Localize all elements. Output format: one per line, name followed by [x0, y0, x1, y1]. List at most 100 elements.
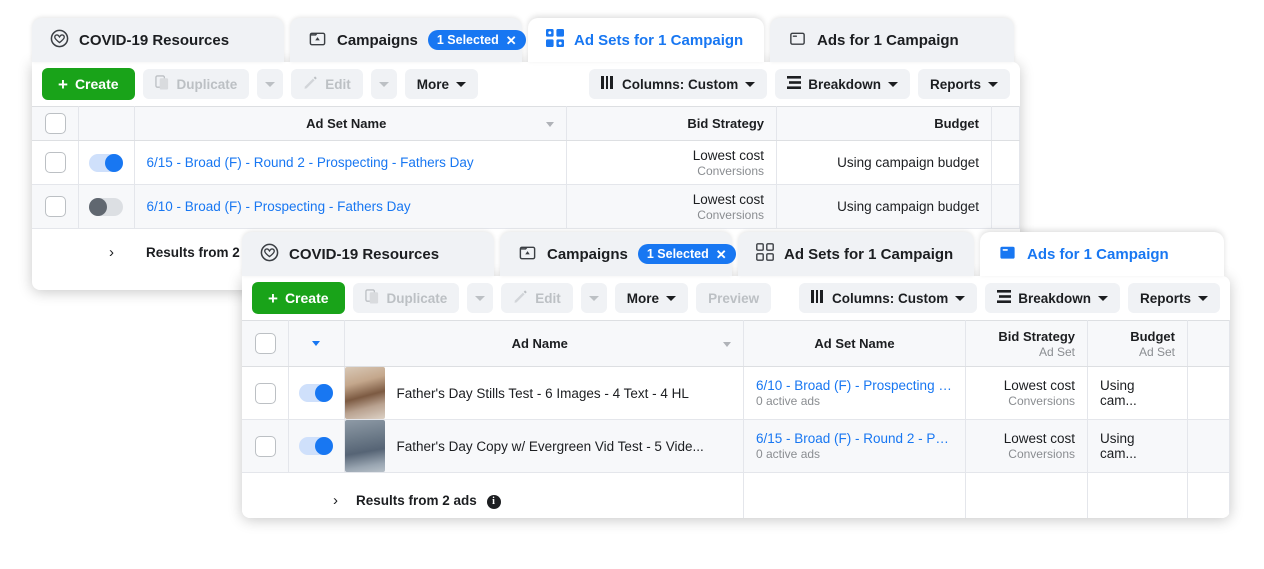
header-label: Budget	[1130, 328, 1175, 344]
chevron-right-icon[interactable]: ›	[109, 244, 114, 261]
select-all-header[interactable]	[32, 106, 79, 141]
status-toggle[interactable]	[89, 197, 123, 216]
status-toggle[interactable]	[299, 437, 333, 455]
bid-strategy-sub: Conversions	[697, 163, 764, 178]
edit-button[interactable]: Edit	[501, 283, 573, 313]
columns-button[interactable]: Columns: Custom	[798, 283, 978, 313]
screenshot-stage: COVID-19 Resources Campaigns 1 Selected …	[0, 0, 1264, 569]
budget-value: Using campaign budget	[837, 199, 979, 214]
budget-header[interactable]: Budget	[776, 106, 992, 141]
ad-set-name-header[interactable]: Ad Set Name	[134, 106, 567, 141]
create-button[interactable]: + Create	[252, 282, 345, 314]
tab-covid-19-resources[interactable]: COVID-19 Resources	[242, 232, 494, 276]
select-all-checkbox[interactable]	[255, 333, 276, 354]
ad-name-cell[interactable]: Father's Day Stills Test - 6 Images - 4 …	[344, 366, 744, 420]
footer-spacer-cell	[1187, 472, 1230, 518]
table-row[interactable]: 6/10 - Broad (F) - Prospecting - Fathers…	[32, 184, 1020, 229]
row-checkbox[interactable]	[255, 435, 276, 457]
columns-icon	[600, 76, 615, 92]
columns-button[interactable]: Columns: Custom	[588, 69, 768, 99]
row-select-cell[interactable]	[242, 366, 289, 420]
ad-set-name-cell[interactable]: 6/10 - Broad (F) - Prospecting - Father.…	[743, 366, 966, 420]
back-window-tabstrip: COVID-19 Resources Campaigns 1 Selected …	[32, 14, 1020, 62]
ad-set-name-link[interactable]: 6/10 - Broad (F) - Prospecting - Fathers…	[147, 199, 411, 214]
chevron-down-icon[interactable]	[546, 122, 554, 127]
row-checkbox[interactable]	[45, 152, 66, 173]
duplicate-dropdown-button[interactable]	[257, 69, 284, 99]
edit-dropdown-button[interactable]	[580, 283, 607, 313]
create-button[interactable]: + Create	[42, 68, 135, 100]
edit-button[interactable]: Edit	[291, 69, 363, 99]
campaign-folder-icon	[518, 243, 537, 266]
status-toggle[interactable]	[89, 153, 123, 172]
select-all-header[interactable]	[242, 320, 289, 367]
duplicate-button[interactable]: Duplicate	[142, 69, 250, 99]
row-toggle-cell[interactable]	[78, 184, 135, 229]
tab-ad-sets-for-1-campaign[interactable]: Ad Sets for 1 Campaign	[738, 232, 974, 276]
duplicate-button[interactable]: Duplicate	[352, 283, 460, 313]
more-button[interactable]: More	[404, 69, 479, 99]
chevron-down-icon	[265, 81, 276, 87]
row-toggle-cell[interactable]	[288, 419, 345, 473]
select-all-checkbox[interactable]	[45, 113, 66, 134]
campaigns-selected-badge[interactable]: 1 Selected ✕	[637, 244, 736, 264]
bid-strategy-header[interactable]: Bid Strategy Ad Set	[965, 320, 1088, 367]
table-row[interactable]: Father's Day Copy w/ Evergreen Vid Test …	[242, 419, 1230, 473]
edit-label: Edit	[325, 76, 351, 92]
table-row[interactable]: Father's Day Stills Test - 6 Images - 4 …	[242, 366, 1230, 420]
chevron-right-icon[interactable]: ›	[333, 492, 338, 509]
ad-set-name-cell[interactable]: 6/10 - Broad (F) - Prospecting - Fathers…	[134, 184, 567, 229]
breakdown-button[interactable]: Breakdown	[985, 283, 1120, 313]
table-row[interactable]: 6/15 - Broad (F) - Round 2 - Prospecting…	[32, 140, 1020, 185]
ad-set-name-cell[interactable]: 6/15 - Broad (F) - Round 2 - Prospectin.…	[743, 419, 966, 473]
toggle-header[interactable]	[288, 320, 345, 367]
budget-header[interactable]: Budget Ad Set	[1087, 320, 1188, 367]
breakdown-button[interactable]: Breakdown	[775, 69, 910, 99]
ad-set-name-header[interactable]: Ad Set Name	[743, 320, 966, 367]
row-checkbox[interactable]	[45, 196, 66, 217]
row-select-cell[interactable]	[32, 140, 79, 185]
covid-heart-icon	[260, 243, 279, 266]
preview-button[interactable]: Preview	[696, 283, 772, 313]
chevron-down-icon[interactable]	[312, 341, 320, 346]
reports-button[interactable]: Reports	[1127, 283, 1220, 313]
row-toggle-cell[interactable]	[78, 140, 135, 185]
tab-campaigns[interactable]: Campaigns 1 Selected ✕	[290, 18, 526, 62]
duplicate-dropdown-button[interactable]	[467, 283, 494, 313]
info-icon[interactable]: i	[486, 494, 501, 509]
tab-ad-sets-for-1-campaign[interactable]: Ad Sets for 1 Campaign	[528, 18, 764, 62]
row-toggle-cell[interactable]	[288, 366, 345, 420]
duplicate-label: Duplicate	[176, 76, 238, 92]
ad-name-cell[interactable]: Father's Day Copy w/ Evergreen Vid Test …	[344, 419, 744, 473]
close-icon[interactable]: ✕	[716, 248, 727, 261]
ad-name-header[interactable]: Ad Name	[344, 320, 744, 367]
tab-campaigns[interactable]: Campaigns 1 Selected ✕	[500, 232, 736, 276]
tab-covid-19-resources[interactable]: COVID-19 Resources	[32, 18, 284, 62]
campaigns-selected-badge[interactable]: 1 Selected ✕	[427, 30, 526, 50]
footer-expand-cell[interactable]: ›	[78, 228, 134, 277]
bid-strategy-cell: Lowest cost Conversions	[965, 419, 1088, 473]
bid-strategy-sub: Conversions	[1008, 394, 1075, 408]
footer-expand-cell[interactable]: ›	[288, 472, 344, 518]
row-select-cell[interactable]	[32, 184, 79, 229]
more-button[interactable]: More	[614, 283, 689, 313]
row-checkbox[interactable]	[255, 382, 276, 404]
close-icon[interactable]: ✕	[506, 34, 517, 47]
ad-set-name-link[interactable]: 6/15 - Broad (F) - Round 2 - Prospecting…	[147, 155, 474, 170]
tab-ads-for-1-campaign[interactable]: Ads for 1 Campaign	[980, 232, 1224, 276]
chevron-down-icon[interactable]	[723, 342, 731, 347]
bid-strategy-header[interactable]: Bid Strategy	[566, 106, 777, 141]
duplicate-label: Duplicate	[386, 290, 448, 306]
ad-set-name-cell[interactable]: 6/15 - Broad (F) - Round 2 - Prospecting…	[134, 140, 567, 185]
spacer-header	[991, 106, 1020, 141]
edit-dropdown-button[interactable]	[370, 69, 397, 99]
row-select-cell[interactable]	[242, 419, 289, 473]
reports-button[interactable]: Reports	[917, 69, 1010, 99]
chevron-down-icon	[588, 295, 599, 301]
ad-set-name-link[interactable]: 6/15 - Broad (F) - Round 2 - Prospectin.…	[756, 431, 953, 446]
footer-blank-cell	[32, 228, 78, 277]
ad-set-name-link[interactable]: 6/10 - Broad (F) - Prospecting - Father.…	[756, 378, 953, 393]
tab-ads-for-1-campaign[interactable]: Ads for 1 Campaign	[770, 18, 1014, 62]
results-summary-row: › Results from 2 ads i	[242, 472, 1230, 518]
status-toggle[interactable]	[299, 384, 333, 402]
